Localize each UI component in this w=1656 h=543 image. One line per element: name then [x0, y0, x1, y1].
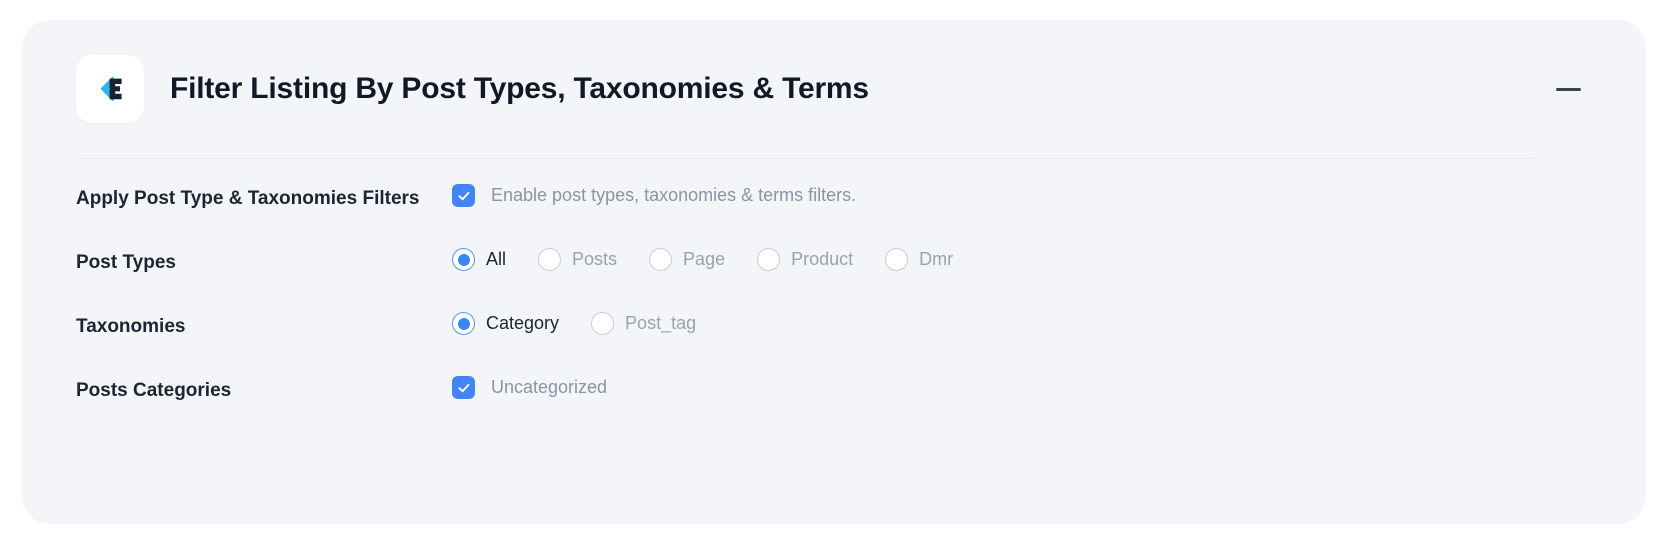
radio-indicator-icon: [885, 248, 909, 271]
checkbox-uncategorized[interactable]: Uncategorized: [452, 376, 607, 399]
radio-taxonomy-category[interactable]: Category: [452, 312, 559, 335]
radio-indicator-icon: [452, 312, 475, 335]
radio-post-type-posts[interactable]: Posts: [538, 248, 617, 271]
field-row-posts-categories: Posts Categories Uncategorized: [76, 362, 1592, 416]
filter-settings-card: Filter Listing By Post Types, Taxonomies…: [22, 20, 1646, 524]
chevron-left-e-logo-icon: [76, 55, 144, 123]
radio-indicator-icon: [649, 248, 673, 271]
radio-taxonomy-post-tag[interactable]: Post_tag: [591, 312, 696, 335]
checkbox-uncategorized-label: Uncategorized: [491, 377, 608, 397]
label-apply-filters: Apply Post Type & Taxonomies Filters: [76, 188, 420, 209]
screen-root: Filter Listing By Post Types, Taxonomies…: [0, 0, 1656, 543]
control-posts-categories: Uncategorized: [452, 362, 1592, 399]
radio-indicator-icon: [452, 248, 475, 271]
radio-post-type-posts-label: Posts: [572, 249, 618, 269]
radio-post-type-dmr[interactable]: Dmr: [885, 248, 953, 271]
radio-taxonomy-category-label: Category: [486, 313, 560, 333]
radio-post-type-product[interactable]: Product: [757, 248, 853, 271]
radio-indicator-icon: [757, 248, 781, 271]
check-icon: [452, 376, 475, 399]
label-posts-categories: Posts Categories: [76, 380, 232, 401]
label-taxonomies: Taxonomies: [76, 316, 186, 337]
card-header: Filter Listing By Post Types, Taxonomies…: [22, 20, 1646, 158]
radio-taxonomy-post-tag-label: Post_tag: [625, 313, 697, 333]
minus-icon: [1555, 87, 1581, 91]
header-divider: [78, 158, 1535, 159]
field-row-post-types: Post Types All Posts Page Product Dmr: [76, 234, 1592, 288]
radio-post-type-page[interactable]: Page: [649, 248, 725, 271]
checkbox-enable-filters-label: Enable post types, taxonomies & terms fi…: [491, 185, 857, 205]
page-title: Filter Listing By Post Types, Taxonomies…: [170, 72, 869, 105]
radio-post-type-page-label: Page: [683, 249, 726, 269]
card-body: Apply Post Type & Taxonomies Filters Ena…: [22, 170, 1646, 416]
radio-post-type-product-label: Product: [791, 249, 854, 269]
radio-indicator-icon: [538, 248, 562, 271]
field-row-apply-filters: Apply Post Type & Taxonomies Filters Ena…: [76, 170, 1592, 224]
control-apply-filters: Enable post types, taxonomies & terms fi…: [452, 170, 1592, 207]
radio-post-type-dmr-label: Dmr: [919, 249, 954, 269]
radio-post-type-all[interactable]: All: [452, 248, 506, 271]
radio-group-taxonomies: Category Post_tag: [452, 298, 1592, 335]
label-post-types: Post Types: [76, 252, 176, 273]
radio-group-post-types: All Posts Page Product Dmr: [452, 234, 1592, 271]
checkbox-enable-filters[interactable]: Enable post types, taxonomies & terms fi…: [452, 184, 856, 207]
radio-post-type-all-label: All: [486, 249, 507, 269]
radio-indicator-icon: [591, 312, 615, 335]
field-row-taxonomies: Taxonomies Category Post_tag: [76, 298, 1592, 352]
collapse-toggle-button[interactable]: [1550, 71, 1586, 107]
check-icon: [452, 184, 475, 207]
